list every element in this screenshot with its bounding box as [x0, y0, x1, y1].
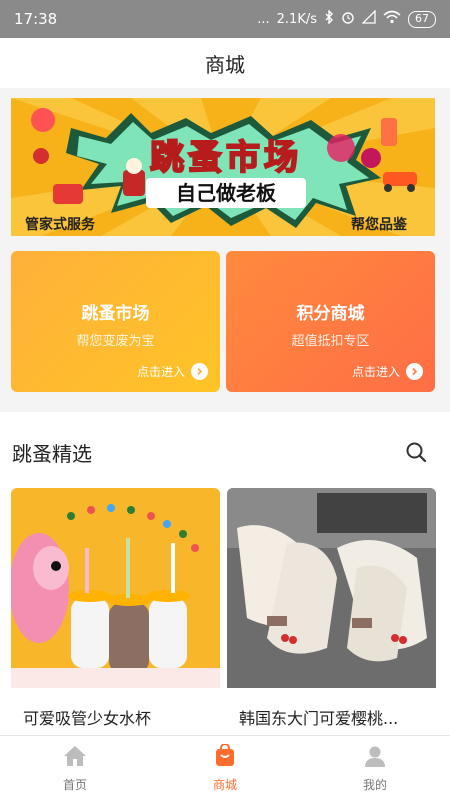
product-card[interactable]: 可爱吸管少女水杯 [11, 488, 220, 738]
user-icon [363, 744, 387, 771]
card-enter-link[interactable]: 点击进入 [352, 363, 423, 380]
product-name: 可爱吸管少女水杯 [23, 709, 152, 728]
section-title: 跳蚤精选 [12, 442, 92, 466]
card-enter-label: 点击进入 [351, 365, 400, 379]
search-icon[interactable] [405, 441, 427, 463]
card-enter-label: 点击进入 [136, 365, 185, 379]
card-title: 跳蚤市场 [81, 304, 150, 324]
home-icon [62, 744, 88, 771]
product-name: 韩国东大门可爱樱桃... [239, 709, 399, 728]
signal-dots: ... [257, 11, 270, 27]
signal-x-icon [361, 9, 376, 28]
product-card[interactable]: 韩国东大门可爱樱桃... [227, 488, 436, 738]
alarm-icon [341, 10, 355, 28]
card-enter-link[interactable]: 点击进入 [137, 363, 208, 380]
battery-level: 67 [415, 12, 429, 25]
status-bar: 17:38 ... 2.1K/s 67 [0, 0, 450, 38]
card-subtitle: 帮您变废为宝 [76, 334, 155, 349]
wifi-icon [383, 10, 401, 28]
flea-market-card[interactable]: 跳蚤市场 帮您变废为宝 点击进入 [11, 251, 220, 392]
network-speed: 2.1K/s [276, 11, 317, 27]
banner-left-caption: 管家式服务 [25, 217, 95, 233]
bottom-tab-bar: 首页 商城 我的 [0, 735, 450, 800]
points-mall-card[interactable]: 积分商城 超值抵扣专区 点击进入 [226, 251, 435, 392]
chevron-right-icon [191, 363, 208, 380]
battery-icon: 67 [408, 10, 436, 28]
tab-home[interactable]: 首页 [0, 736, 150, 800]
card-subtitle: 超值抵扣专区 [291, 334, 370, 349]
status-indicators: ... 2.1K/s 67 [257, 9, 436, 28]
banner-main-title: 跳蚤市场 [149, 137, 302, 179]
page-title-bar: 商城 [0, 38, 450, 88]
product-image [227, 488, 436, 688]
tab-label: 商城 [212, 777, 237, 792]
tab-shop[interactable]: 商城 [150, 736, 300, 800]
product-image [11, 488, 220, 688]
banner-subtitle: 自己做老板 [146, 178, 306, 208]
banner-right-caption: 帮您品鉴 [351, 217, 407, 233]
shop-icon [213, 742, 237, 771]
tab-profile[interactable]: 我的 [300, 736, 450, 800]
tab-label: 我的 [362, 777, 387, 792]
card-title: 积分商城 [296, 304, 365, 324]
bluetooth-icon [324, 9, 334, 28]
status-time: 17:38 [14, 10, 58, 28]
promo-banner[interactable]: 跳蚤市场 自己做老板 管家式服务 帮您品鉴 [11, 98, 435, 236]
chevron-right-icon [406, 363, 423, 380]
tab-label: 首页 [62, 777, 87, 792]
page-title: 商城 [205, 52, 245, 77]
